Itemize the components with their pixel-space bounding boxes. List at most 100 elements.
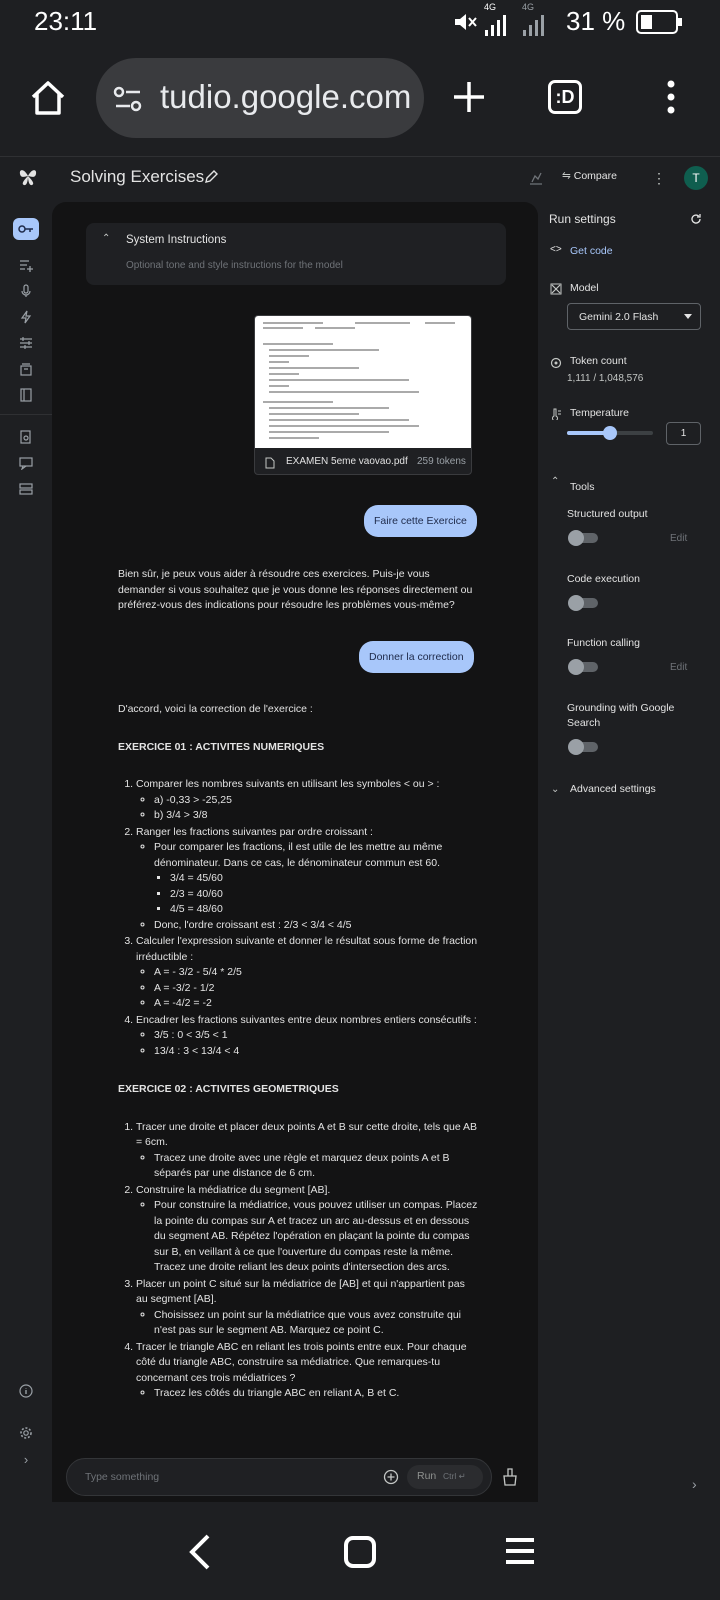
tune-icon[interactable] [16, 336, 36, 356]
lightning-icon[interactable] [16, 310, 36, 330]
list-item: 3/4 = 45/60 [170, 871, 478, 887]
expand-rail-icon[interactable]: › [16, 1450, 36, 1470]
temperature-slider-knob[interactable] [603, 426, 617, 440]
tabs-count: :D [555, 87, 575, 107]
left-rail: › [0, 200, 52, 1480]
list-item: Placer un point C situé sur la médiatric… [136, 1277, 478, 1339]
pdf-attachment[interactable]: EXAMEN 5eme vaovao.pdf 259 tokens [254, 315, 472, 475]
exercise-2-title: EXERCICE 02 : ACTIVITES GEOMETRIQUES [118, 1083, 339, 1095]
prompt-placeholder[interactable]: Type something [85, 1471, 159, 1483]
ex1-question-4: Encadrer les fractions suivantes entre d… [136, 1013, 477, 1026]
run-shortcut: Ctrl ↵ [443, 1471, 466, 1481]
temperature-value: 1 [680, 428, 687, 439]
home-icon[interactable] [28, 78, 68, 123]
grounding-label: Grounding with Google Search [567, 702, 675, 729]
list-item: Choisissez un point sur la médiatrice qu… [154, 1308, 478, 1339]
ex2-question-3: Placer un point C situé sur la médiatric… [136, 1277, 465, 1306]
list-item: Construire la médiatrice du segment [AB]… [136, 1183, 478, 1276]
run-settings-panel: Run settings <> Get code Model Gemini 2.… [540, 200, 720, 1492]
spark-icon[interactable] [528, 170, 544, 191]
structured-output-edit[interactable]: Edit [670, 533, 687, 544]
mute-icon [452, 10, 478, 39]
back-icon[interactable] [188, 1534, 212, 1575]
tabs-button[interactable]: :D [548, 80, 582, 114]
list-item: Tracez les côtés du triangle ABC en reli… [154, 1386, 478, 1402]
document-search-icon[interactable] [16, 430, 36, 450]
function-calling-edit[interactable]: Edit [670, 662, 687, 673]
settings-gear-icon[interactable] [16, 1426, 36, 1446]
more-options-icon[interactable]: ⋮ [652, 170, 666, 187]
run-settings-title: Run settings [549, 212, 616, 226]
attachment-filename: EXAMEN 5eme vaovao.pdf [286, 456, 408, 467]
browser-menu-icon[interactable] [665, 80, 677, 119]
refresh-icon[interactable] [690, 212, 702, 230]
list-item: 4/5 = 48/60 [170, 902, 478, 918]
new-chat-icon[interactable] [16, 258, 36, 278]
model-value: Gemini 2.0 Flash [579, 311, 659, 323]
compare-icon: ⇋ [562, 170, 571, 182]
compare-button[interactable]: ⇋ Compare [562, 170, 617, 182]
get-code-link[interactable]: Get code [570, 245, 613, 257]
list-item: A = -4/2 = -2 [154, 996, 478, 1012]
grounding-toggle[interactable] [568, 739, 598, 755]
ex1-question-3: Calculer l'expression suivante et donner… [136, 935, 478, 963]
battery-icon [636, 10, 684, 41]
model-select[interactable]: Gemini 2.0 Flash [567, 303, 701, 330]
structured-output-toggle[interactable] [568, 530, 598, 546]
compare-label: Compare [573, 170, 617, 182]
system-instructions-panel[interactable]: ⌃ System Instructions Optional tone and … [86, 223, 506, 285]
collapse-panel-icon[interactable]: › [692, 1476, 697, 1492]
list-item: Pour construire la médiatrice, vous pouv… [154, 1198, 478, 1276]
run-button[interactable]: Run Ctrl ↵ [407, 1465, 483, 1489]
storage-icon[interactable] [16, 482, 36, 502]
model-label: Model [570, 282, 599, 294]
clear-chat-icon[interactable] [502, 1468, 518, 1491]
rename-icon[interactable] [204, 170, 218, 189]
token-icon [550, 356, 562, 374]
list-item: Ranger les fractions suivantes par ordre… [136, 825, 478, 934]
rail-divider [0, 414, 52, 415]
ai-studio-logo-icon[interactable] [18, 166, 38, 191]
info-icon[interactable] [16, 1384, 36, 1404]
chevron-down-icon[interactable]: ⌄ [551, 784, 559, 795]
site-settings-icon[interactable] [112, 84, 144, 119]
library-icon[interactable] [16, 362, 36, 382]
list-item: Comparer les nombres suivants en utilisa… [136, 777, 478, 824]
list-item: Encadrer les fractions suivantes entre d… [136, 1013, 478, 1060]
list-item: Pour comparer les fractions, il est util… [154, 840, 478, 918]
new-tab-icon[interactable] [452, 80, 486, 119]
pdf-thumbnail [255, 316, 471, 448]
book-icon[interactable] [16, 388, 36, 408]
home-nav-icon[interactable] [344, 1536, 376, 1568]
code-execution-toggle[interactable] [568, 595, 598, 611]
ex2-question-1: Tracer une droite et placer deux points … [136, 1120, 478, 1149]
feedback-icon[interactable] [16, 456, 36, 476]
page-title: Solving Exercises [70, 167, 205, 186]
add-media-icon[interactable] [383, 1469, 399, 1490]
function-calling-label: Function calling [567, 637, 640, 649]
temperature-label: Temperature [570, 407, 629, 419]
tools-label: Tools [570, 481, 595, 493]
chevron-up-icon[interactable]: ⌃ [102, 233, 110, 244]
user-message-2: Donner la correction [359, 641, 474, 673]
temperature-input[interactable]: 1 [666, 422, 701, 445]
function-calling-toggle[interactable] [568, 659, 598, 675]
model-message-2: D'accord, voici la correction de l'exerc… [118, 702, 478, 1403]
list-item: 2/3 = 40/60 [170, 887, 478, 903]
avatar[interactable]: T [684, 166, 708, 190]
code-icon: <> [550, 244, 562, 255]
recents-icon[interactable] [504, 1536, 536, 1571]
prompt-input[interactable]: Type something Run Ctrl ↵ [66, 1458, 492, 1496]
url-text[interactable]: tudio.google.com [160, 78, 411, 116]
list-item: A = -3/2 - 1/2 [154, 981, 478, 997]
key-icon[interactable] [13, 218, 39, 240]
advanced-settings-label[interactable]: Advanced settings [570, 783, 656, 795]
status-time: 23:11 [34, 6, 98, 36]
chevron-up-icon[interactable]: ⌃ [551, 476, 559, 487]
system-instructions-placeholder[interactable]: Optional tone and style instructions for… [126, 260, 343, 271]
temperature-slider[interactable] [567, 426, 653, 440]
exercise-1-list: Comparer les nombres suivants en utilisa… [118, 777, 478, 1059]
list-item: a) -0,33 > -25,25 [154, 793, 478, 809]
microphone-icon[interactable] [16, 284, 36, 304]
dropdown-arrow-icon [684, 314, 692, 319]
